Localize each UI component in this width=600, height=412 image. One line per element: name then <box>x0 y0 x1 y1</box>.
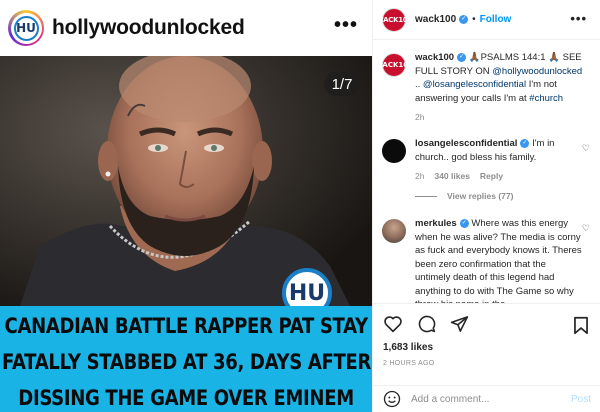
post-timestamp: 2 HOURS AGO <box>383 360 435 367</box>
author-username[interactable]: wack100 <box>415 14 456 25</box>
caption-text-2: .. <box>415 79 423 90</box>
commenter-username[interactable]: losangelesconfidential <box>415 138 517 149</box>
post-image-panel: HU hollywoodunlocked ••• 1/7 HU CANADIAN… <box>0 0 372 412</box>
post-header: WACK100 wack100 ✓ • Follow ••• <box>373 0 600 40</box>
commenter-avatar[interactable] <box>382 219 406 243</box>
post-photo[interactable]: 1/7 HU <box>0 56 372 306</box>
hashtag-church[interactable]: #church <box>529 93 563 104</box>
source-avatar: HU <box>8 10 44 46</box>
source-header: HU hollywoodunlocked ••• <box>0 0 372 56</box>
follow-button[interactable]: Follow <box>480 14 512 25</box>
bookmark-icon[interactable] <box>573 316 589 335</box>
action-bar <box>373 303 600 343</box>
separator-dot: • <box>472 14 476 25</box>
verified-badge-icon: ✓ <box>459 218 469 228</box>
author-avatar[interactable]: WACK100 <box>376 7 412 32</box>
headline-line-3: DISSING THE GAME OVER EMINEM <box>18 386 354 410</box>
caption-username[interactable]: wack100 <box>415 52 454 63</box>
source-username: hollywoodunlocked <box>52 16 245 39</box>
post-details-panel: WACK100 wack100 ✓ • Follow ••• WACK100 w… <box>372 0 600 412</box>
like-comment-heart-icon[interactable]: ♡ <box>582 143 590 154</box>
reply-button[interactable]: Reply <box>480 171 503 181</box>
share-icon[interactable] <box>450 315 469 333</box>
headline-banner: CANADIAN BATTLE RAPPER PAT STAY FATALLY … <box>0 306 372 412</box>
more-options-icon: ••• <box>333 14 358 36</box>
comment-icon[interactable] <box>417 314 436 333</box>
like-heart-icon[interactable] <box>383 315 403 333</box>
comment-item: losangelesconfidential ✓ I'm in church.. … <box>382 137 592 184</box>
post-comment-button[interactable]: Post <box>571 394 591 405</box>
commenter-avatar[interactable] <box>382 139 406 163</box>
comment-time: 2h <box>415 171 425 181</box>
comment-text: Where was this energy when he was alive?… <box>415 218 582 303</box>
emoji-icon[interactable] <box>383 390 401 408</box>
mention-hollywoodunlocked[interactable]: @hollywoodunlocked <box>492 66 582 77</box>
comment-input[interactable] <box>411 393 551 405</box>
verified-badge-icon: ✓ <box>459 15 469 24</box>
hu-logo-icon: HU <box>13 15 39 41</box>
man-portrait-photo <box>0 56 372 306</box>
headline-line-2: FATALLY STABBED AT 36, DAYS AFTER <box>1 350 371 374</box>
more-options-icon[interactable]: ••• <box>570 11 587 26</box>
verified-badge-icon: ✓ <box>457 52 467 62</box>
like-comment-heart-icon[interactable]: ♡ <box>582 223 590 234</box>
mention-losangelesconfidential[interactable]: @losangelesconfidential <box>423 79 526 90</box>
commenter-username[interactable]: merkules <box>415 218 457 229</box>
headline-line-1: CANADIAN BATTLE RAPPER PAT STAY <box>4 314 368 338</box>
author-avatar[interactable]: WACK100 <box>375 53 413 77</box>
likes-count[interactable]: 1,683 likes <box>383 342 433 353</box>
verified-badge-icon: ✓ <box>520 138 530 148</box>
comment-item: merkules ✓ Where was this energy when he … <box>382 217 592 303</box>
comments-list[interactable]: WACK100 wack100 ✓ 🙏🏾PSALMS 144:1 🙏🏾 SEE F… <box>373 41 600 303</box>
caption-time: 2h <box>415 112 425 122</box>
add-comment-bar: Post <box>373 385 600 412</box>
comment-likes[interactable]: 340 likes <box>434 171 469 181</box>
view-replies-button[interactable]: View replies (77) <box>415 191 513 201</box>
slide-counter: 1/7 <box>324 72 360 96</box>
post-caption: WACK100 wack100 ✓ 🙏🏾PSALMS 144:1 🙏🏾 SEE F… <box>375 51 592 125</box>
